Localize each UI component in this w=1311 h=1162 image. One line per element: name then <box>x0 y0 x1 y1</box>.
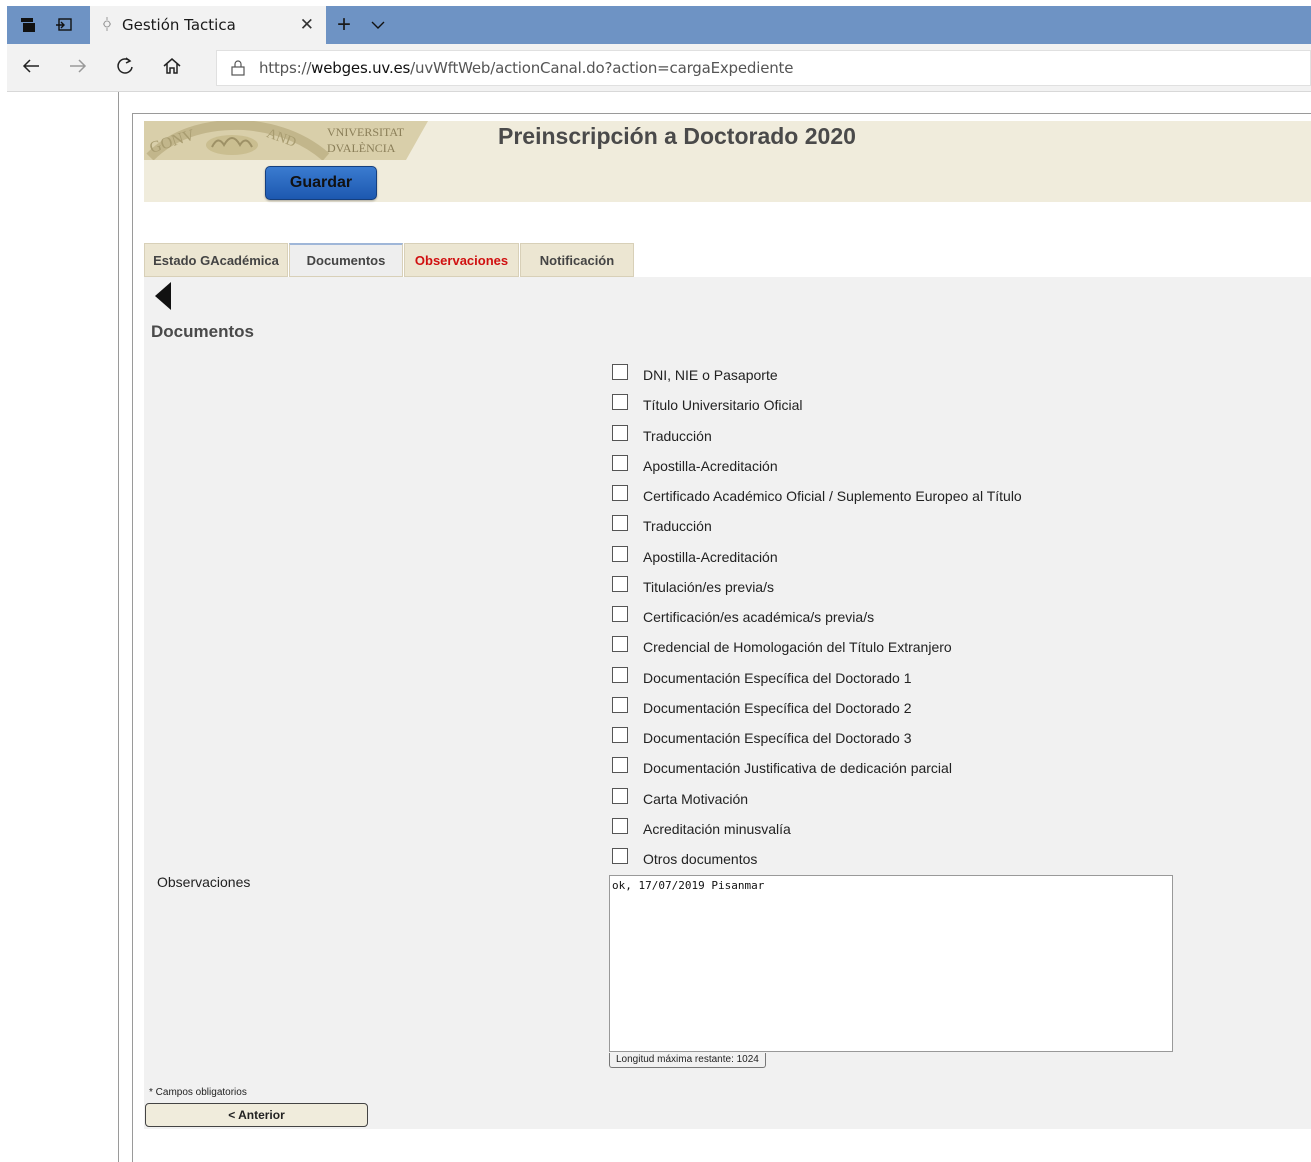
new-tab-button[interactable]: + <box>329 6 359 44</box>
browser-toolbar: https://webges.uv.es/uvWftWeb/actionCana… <box>7 44 1311 92</box>
document-label: Certificado Académico Oficial / Suplemen… <box>643 488 1022 504</box>
document-label: Apostilla-Acreditación <box>643 458 778 474</box>
document-label: Carta Motivación <box>643 791 749 807</box>
tab-actions-icon[interactable] <box>15 6 41 44</box>
save-button[interactable]: Guardar <box>265 166 377 200</box>
document-row: Traducción <box>612 422 712 444</box>
document-label: Documentación Específica del Doctorado 1 <box>643 670 912 686</box>
document-row: Documentación Específica del Doctorado 1 <box>612 664 911 686</box>
document-label: Documentación Justificativa de dedicació… <box>643 760 952 776</box>
document-checkbox[interactable] <box>612 848 628 864</box>
page-header: GONV AND VNIVERSITAT DVALÈNCIA Preinscri… <box>144 121 1311 202</box>
document-label: Titulación/es previa/s <box>643 579 774 595</box>
lock-icon <box>231 60 245 76</box>
set-aside-tabs-icon[interactable] <box>51 6 77 44</box>
max-length-indicator: Longitud máxima restante: 1024 <box>609 1053 766 1068</box>
refresh-icon[interactable] <box>115 56 135 82</box>
tab-list-chevron-icon[interactable] <box>367 6 389 44</box>
document-label: Traducción <box>643 428 712 444</box>
form-content: Documentos DNI, NIE o Pasaporte Título Un… <box>144 277 1311 1129</box>
document-label: Traducción <box>643 518 712 534</box>
document-row: DNI, NIE o Pasaporte <box>612 361 778 383</box>
document-label: Título Universitario Oficial <box>643 397 803 413</box>
document-row: Credencial de Homologación del Título Ex… <box>612 633 952 655</box>
document-checkbox[interactable] <box>612 576 628 592</box>
page-favicon-icon <box>103 17 111 31</box>
url-text: https://webges.uv.es/uvWftWeb/actionCana… <box>259 59 794 77</box>
document-checkbox[interactable] <box>612 667 628 683</box>
document-checkbox[interactable] <box>612 485 628 501</box>
tab-documentos[interactable]: Documentos <box>289 243 403 277</box>
page-left-rule <box>118 92 119 1162</box>
document-checkbox[interactable] <box>612 697 628 713</box>
back-triangle-icon[interactable] <box>155 282 171 310</box>
document-label: Otros documentos <box>643 851 758 867</box>
document-checkbox[interactable] <box>612 788 628 804</box>
document-checkbox[interactable] <box>612 636 628 652</box>
document-row: Certificación/es académica/s previa/s <box>612 603 874 625</box>
tab-observaciones[interactable]: Observaciones <box>404 243 519 277</box>
document-row: Otros documentos <box>612 845 757 867</box>
document-checkbox[interactable] <box>612 515 628 531</box>
document-row: Documentación Específica del Doctorado 2 <box>612 694 911 716</box>
document-label: Certificación/es académica/s previa/s <box>643 609 875 625</box>
observaciones-textarea[interactable] <box>609 875 1173 1052</box>
svg-text:VNIVERSITAT: VNIVERSITAT <box>327 125 405 139</box>
document-row: Apostilla-Acreditación <box>612 452 778 474</box>
observaciones-label: Observaciones <box>157 874 251 890</box>
tab-notificacion[interactable]: Notificación <box>520 243 634 277</box>
document-row: Título Universitario Oficial <box>612 391 803 413</box>
document-checkbox[interactable] <box>612 394 628 410</box>
document-row: Titulación/es previa/s <box>612 573 774 595</box>
document-checkbox[interactable] <box>612 425 628 441</box>
document-row: Apostilla-Acreditación <box>612 543 778 565</box>
document-row: Documentación Justificativa de dedicació… <box>612 754 952 776</box>
document-label: Acreditación minusvalía <box>643 821 791 837</box>
address-bar[interactable]: https://webges.uv.es/uvWftWeb/actionCana… <box>216 50 1311 86</box>
document-checkbox[interactable] <box>612 455 628 471</box>
back-arrow-icon[interactable] <box>21 56 41 82</box>
document-label: Apostilla-Acreditación <box>643 549 778 565</box>
document-row: Certificado Académico Oficial / Suplemen… <box>612 482 1022 504</box>
forward-arrow-icon[interactable] <box>68 56 88 82</box>
browser-titlebar: Gestión Tactica ✕ + <box>7 6 1311 44</box>
document-checkbox[interactable] <box>612 546 628 562</box>
document-label: Documentación Específica del Doctorado 2 <box>643 700 912 716</box>
previous-button[interactable]: < Anterior <box>145 1103 368 1127</box>
svg-text:DVALÈNCIA: DVALÈNCIA <box>327 141 396 155</box>
page-title: Preinscripción a Doctorado 2020 <box>498 123 856 149</box>
browser-tab-title: Gestión Tactica <box>122 16 236 34</box>
home-icon[interactable] <box>162 56 182 82</box>
document-row: Carta Motivación <box>612 785 748 807</box>
document-row: Documentación Específica del Doctorado 3 <box>612 724 911 746</box>
document-checkbox[interactable] <box>612 818 628 834</box>
document-label: Documentación Específica del Doctorado 3 <box>643 730 912 746</box>
tab-estado-gacademica[interactable]: Estado GAcadémica <box>144 243 288 277</box>
document-checkbox[interactable] <box>612 727 628 743</box>
document-checkbox[interactable] <box>612 364 628 380</box>
document-checkbox[interactable] <box>612 757 628 773</box>
close-tab-icon[interactable]: ✕ <box>300 15 314 35</box>
document-row: Traducción <box>612 512 712 534</box>
document-label: DNI, NIE o Pasaporte <box>643 367 778 383</box>
browser-tab-active[interactable]: Gestión Tactica ✕ <box>90 6 326 44</box>
document-checkbox[interactable] <box>612 606 628 622</box>
university-logo: GONV AND VNIVERSITAT DVALÈNCIA <box>144 121 428 160</box>
document-row: Acreditación minusvalía <box>612 815 791 837</box>
required-fields-note: * Campos obligatorios <box>149 1087 247 1098</box>
section-title: Documentos <box>151 322 254 341</box>
document-label: Credencial de Homologación del Título Ex… <box>643 639 952 655</box>
